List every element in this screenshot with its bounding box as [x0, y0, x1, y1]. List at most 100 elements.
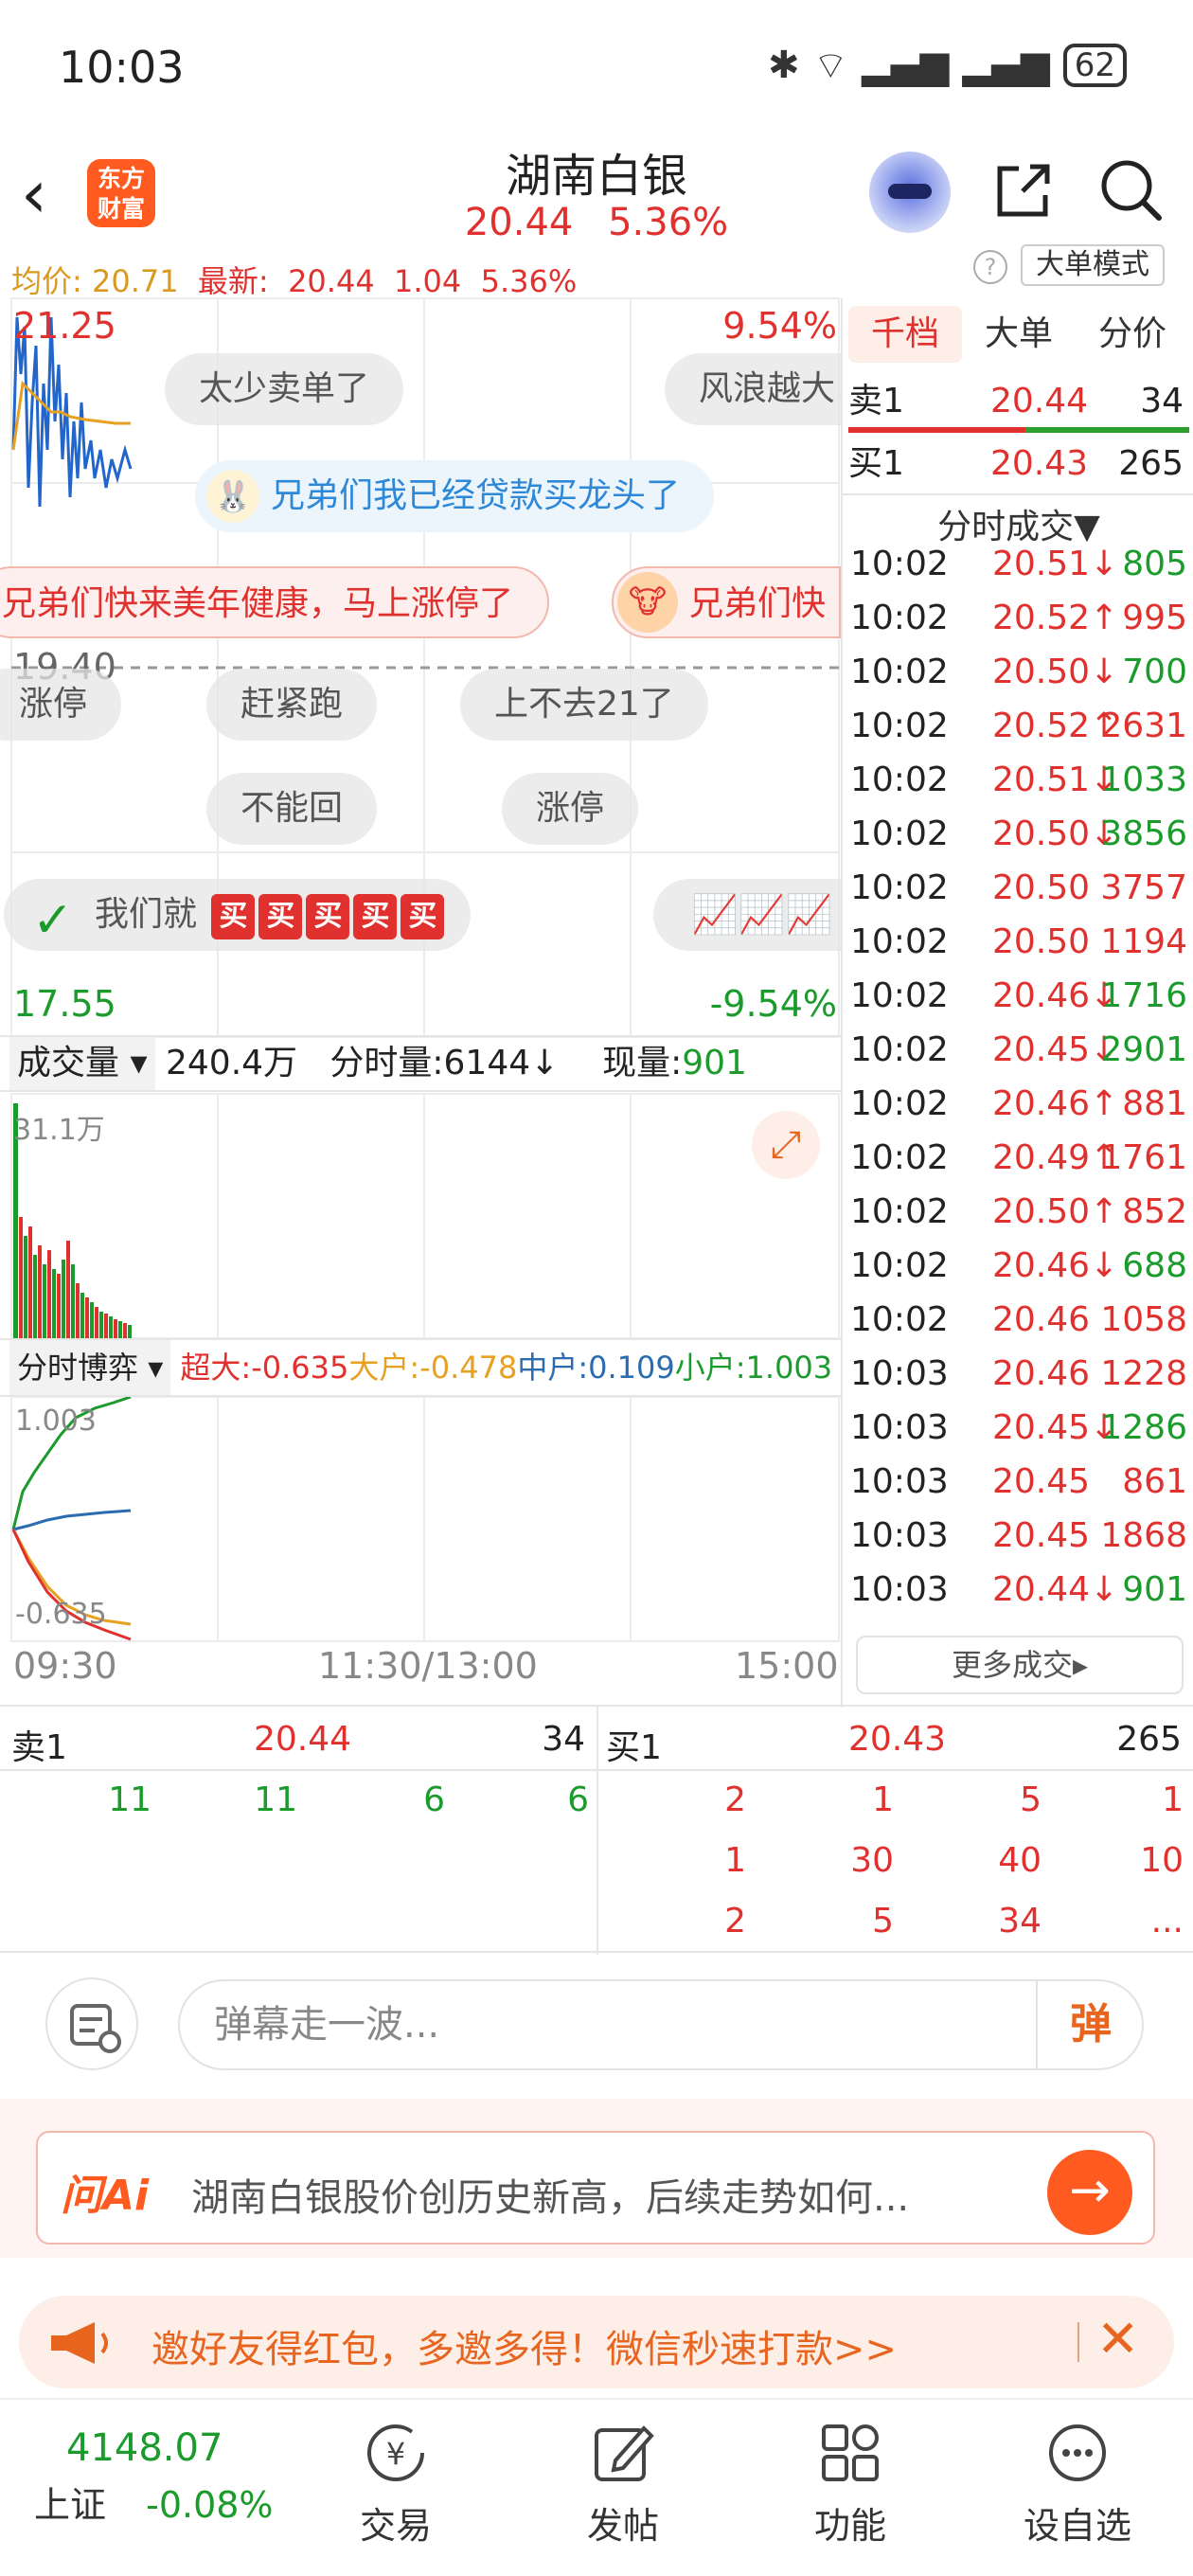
signal-icon-2: ▂▄▆ — [962, 44, 1050, 87]
volume-total: 240.4万 — [165, 1044, 298, 1082]
trade-row: 10:02 20.50↑ 852 — [850, 1185, 1191, 1239]
depth-ask-qty: 34 — [542, 1720, 585, 1759]
ox-avatar-icon: 🐮 — [617, 572, 678, 633]
trade-time: 10:03 — [850, 1462, 949, 1501]
ask-order-qty: 11 — [254, 1780, 297, 1819]
trade-time: 10:03 — [850, 1408, 949, 1447]
danmu-send-button[interactable]: 弹 — [1036, 1979, 1144, 2070]
invite-text[interactable]: 邀好友得红包，多邀多得！微信秒速打款>> — [151, 2318, 897, 2373]
trade-price: 20.45↓ — [992, 1408, 1119, 1447]
trade-price: 20.51↓ — [992, 545, 1119, 583]
trade-row: 10:03 20.45 861 — [850, 1455, 1191, 1509]
pct-low-label: -9.54% — [709, 983, 837, 1025]
index-ticker[interactable]: 4148.07 上证 -0.08% — [34, 2426, 274, 2528]
ask-order-qty: 6 — [567, 1780, 589, 1819]
search-icon[interactable] — [1098, 157, 1165, 224]
depth-bid-label: 买1 — [606, 1728, 662, 1767]
trade-row: 10:02 20.50 3757 — [850, 861, 1191, 915]
danmu-bubble[interactable]: 风浪越大 — [665, 353, 841, 425]
danmu-bubble[interactable]: 兄弟们快来美年健康，马上涨停了 — [0, 566, 550, 638]
danmu-bubble[interactable]: 🐰 兄弟们我已经贷款买龙头了 — [195, 460, 715, 532]
trade-row: 10:02 20.46↓ 688 — [850, 1239, 1191, 1293]
trade-time: 10:02 — [850, 1084, 949, 1123]
trade-price: 20.46↑ — [992, 1084, 1119, 1123]
trade-time: 10:02 — [850, 976, 949, 1015]
expand-icon[interactable]: ⤢ — [752, 1111, 820, 1179]
flow-header: 分时博弈 ▾ 超大:-0.635大户:-0.478中户:0.109小户:1.00… — [0, 1338, 841, 1397]
danmu-bubble[interactable]: 太少卖单了 — [165, 353, 404, 425]
trade-row: 10:02 20.46↑ 881 — [850, 1077, 1191, 1131]
danmu-bubble[interactable]: ✓ 我们就 买买买买买 — [4, 879, 472, 951]
nav-trade[interactable]: ¥ 交易 — [320, 2417, 472, 2549]
trade-time: 10:03 — [850, 1516, 949, 1555]
status-icons: ✱ ⌔ ▂▄▆ ▂▄▆ 62 — [768, 42, 1127, 89]
trade-volume: 1033 — [1100, 760, 1187, 799]
invite-banner[interactable]: 邀好友得红包，多邀多得！微信秒速打款>> ✕ — [19, 2296, 1174, 2388]
trade-volume: 1868 — [1100, 1516, 1187, 1555]
trade-volume: 700 — [1122, 653, 1187, 691]
trade-row: 10:02 20.51↓ 805 — [850, 537, 1191, 591]
bid-order-qty: 2 — [724, 1902, 746, 1941]
svg-text:¥: ¥ — [386, 2436, 405, 2472]
danmu-bubble[interactable]: 赶紧跑 — [206, 669, 378, 741]
trade-volume: 1761 — [1100, 1138, 1187, 1177]
depth-ask-price: 20.44 — [254, 1720, 352, 1759]
danmu-bubble[interactable]: 上不去21了 — [460, 669, 708, 741]
volume-header: 成交量 ▾ 240.4万 分时量:6144↓ 现量:901 — [0, 1035, 841, 1092]
buy-sell-ratio-bar — [848, 427, 1189, 433]
help-icon[interactable]: ? — [973, 250, 1007, 284]
ask-ai-box[interactable]: 问Ai 湖南白银股价创历史新高，后续走势如何... → — [36, 2131, 1155, 2245]
order-tabs: 千档 大单 分价 — [848, 306, 1189, 363]
flow-bottom-label: -0.635 — [15, 1598, 107, 1631]
tab-price-dist[interactable]: 分价 — [1076, 306, 1189, 363]
bid-order-qty: 40 — [998, 1841, 1042, 1880]
bid-order-qty: 1 — [724, 1841, 746, 1880]
trade-row: 10:02 20.49↑ 1761 — [850, 1131, 1191, 1185]
close-icon[interactable]: ✕ — [1096, 2309, 1139, 2369]
big-order-mode-button[interactable]: 大单模式 — [1021, 244, 1165, 286]
danmu-bubble[interactable]: 📈📈📈 — [653, 879, 841, 951]
mid-value: 0.109 — [588, 1350, 675, 1386]
danmu-bubble[interactable]: 🐮 兄弟们快 — [612, 566, 841, 638]
bid-order-qty: 2 — [724, 1780, 746, 1819]
danmu-input[interactable]: 弹幕走一波... — [178, 1979, 1144, 2070]
danmu-bubble[interactable]: 不能回 — [206, 773, 378, 845]
ask-ai-arrow-icon[interactable]: → — [1047, 2150, 1132, 2235]
trade-price: 20.44↓ — [992, 1570, 1119, 1609]
tab-depth[interactable]: 千档 — [848, 306, 962, 363]
trade-volume: 688 — [1122, 1246, 1187, 1285]
trade-row: 10:03 20.45 1868 — [850, 1509, 1191, 1563]
bid-order-qty: 10 — [1140, 1841, 1184, 1880]
ask-order-qty: 11 — [108, 1780, 151, 1819]
trade-price: 20.45↓ — [992, 1030, 1119, 1069]
order-panel: 千档 大单 分价 卖1 20.44 34 买1 20.43 265 分时成交▼ … — [841, 298, 1193, 1708]
ai-robot-icon[interactable] — [869, 152, 951, 233]
trade-row: 10:02 20.50↓ 3856 — [850, 807, 1191, 861]
nav-add-watchlist[interactable]: 设自选 — [1002, 2417, 1153, 2549]
share-icon[interactable] — [990, 157, 1057, 224]
volume-selector[interactable]: 成交量 ▾ — [9, 1037, 155, 1090]
trade-volume: 1716 — [1100, 976, 1187, 1015]
tab-big-order[interactable]: 大单 — [962, 306, 1076, 363]
trade-price: 20.51↓ — [992, 760, 1119, 799]
flow-selector[interactable]: 分时博弈 ▾ — [9, 1340, 171, 1395]
mid-label: 中户: — [517, 1350, 589, 1386]
trade-time: 10:02 — [850, 760, 949, 799]
more-trades-button[interactable]: 更多成交▸ — [856, 1636, 1184, 1694]
trade-time: 10:02 — [850, 1030, 949, 1069]
trade-row: 10:02 20.52↑ 995 — [850, 591, 1191, 645]
danmu-settings-icon[interactable] — [45, 1977, 138, 2070]
trade-row: 10:02 20.50↓ 700 — [850, 645, 1191, 699]
danmu-bubble[interactable]: 涨停 — [0, 669, 122, 741]
more-icon — [1049, 2424, 1106, 2481]
trade-volume: 2631 — [1100, 707, 1187, 745]
trade-volume: 861 — [1122, 1462, 1187, 1501]
nav-functions[interactable]: 功能 — [775, 2417, 926, 2549]
ask-ai-prompt[interactable]: 湖南白银股价创历史新高，后续走势如何... — [191, 2167, 909, 2222]
ask-ai-logo: 问Ai — [61, 2172, 150, 2220]
danmu-bubble[interactable]: 涨停 — [502, 773, 639, 845]
index-name: 上证 — [34, 2484, 107, 2526]
bid-order-qty: 34 — [998, 1902, 1042, 1941]
trade-volume: 995 — [1122, 599, 1187, 637]
nav-post[interactable]: 发帖 — [547, 2417, 699, 2549]
